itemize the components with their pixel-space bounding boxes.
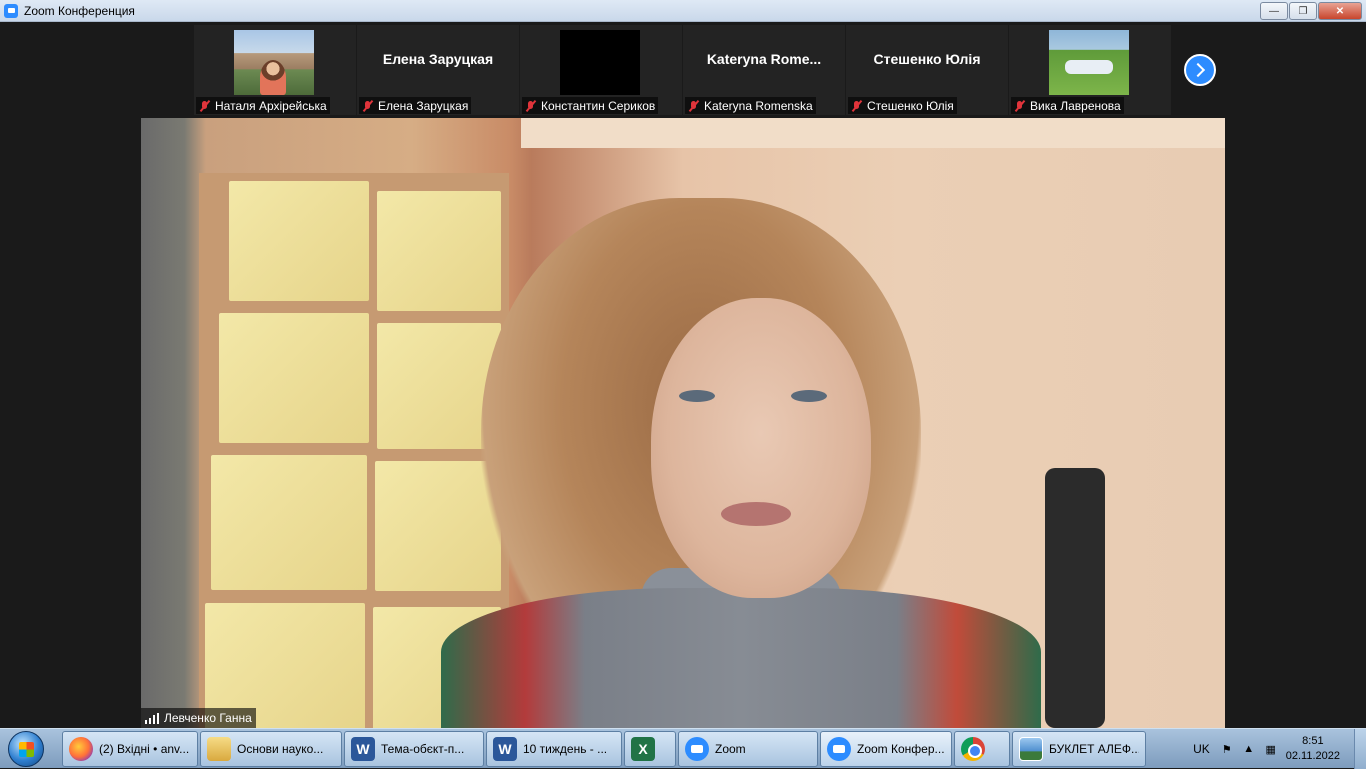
- language-indicator[interactable]: UK: [1193, 742, 1210, 756]
- participant-tile[interactable]: Kateryna Rome... Kateryna Romenska: [683, 25, 845, 115]
- word-icon: W: [351, 736, 375, 761]
- taskbar-item-zoom[interactable]: Zoom: [678, 730, 818, 767]
- image-viewer-icon: [1019, 736, 1043, 761]
- participant-name: Вика Лавренова: [1030, 98, 1121, 113]
- taskbar-item-firefox[interactable]: (2) Вхідні • anv...: [62, 730, 198, 767]
- taskbar-item-word-2[interactable]: W 10 тиждень - ...: [486, 730, 622, 767]
- mic-muted-icon: [688, 100, 700, 112]
- speaker-mouth: [721, 502, 791, 526]
- participant-tile[interactable]: Наталя Архірейська: [194, 25, 356, 115]
- video-background-wall: [521, 118, 1225, 148]
- cabinet-door: [211, 455, 367, 590]
- clock[interactable]: 8:51 02.11.2022: [1286, 734, 1340, 764]
- participant-tile[interactable]: Стешенко Юлія Стешенко Юлія: [846, 25, 1008, 115]
- firefox-icon: [69, 736, 93, 761]
- participant-label: Наталя Архірейська: [196, 97, 330, 114]
- chrome-icon: [961, 736, 985, 761]
- participant-display-name: Kateryna Rome...: [706, 51, 822, 67]
- mic-muted-icon: [362, 100, 374, 112]
- speaker-eye: [791, 390, 827, 402]
- window-title: Zoom Конференция: [24, 3, 135, 18]
- zoom-icon: [685, 736, 709, 761]
- taskbar-item-label: Zoom Конфер...: [857, 741, 945, 756]
- participant-label: Kateryna Romenska: [685, 97, 816, 114]
- taskbar-item-word-1[interactable]: W Тема-обєкт-п...: [344, 730, 484, 767]
- start-button[interactable]: [0, 729, 52, 769]
- excel-icon: X: [631, 736, 655, 761]
- mic-muted-icon: [199, 100, 211, 112]
- cabinet-door: [229, 181, 369, 301]
- network-signal-icon[interactable]: ▦: [1264, 742, 1278, 756]
- word-icon: W: [493, 736, 517, 761]
- taskbar-item-label: БУКЛЕТ АЛЕФ...: [1049, 741, 1139, 756]
- action-center-icon[interactable]: ⚑: [1220, 742, 1234, 756]
- participant-name: Kateryna Romenska: [704, 98, 813, 113]
- zoom-app-icon: [4, 3, 18, 18]
- speaker-face: [651, 298, 871, 598]
- participant-strip: Наталя Архірейська Елена Заруцкая Елена …: [194, 25, 1172, 117]
- taskbar-item-label: 10 тиждень - ...: [523, 741, 608, 756]
- close-button[interactable]: ✕: [1318, 2, 1362, 20]
- window-controls: — ❐ ✕: [1259, 2, 1362, 20]
- participant-display-name: Елена Заруцкая: [382, 51, 494, 67]
- next-page-button[interactable]: [1184, 54, 1216, 86]
- mic-muted-icon: [525, 100, 537, 112]
- participant-name: Стешенко Юлія: [867, 98, 954, 113]
- meeting-area: Наталя Архірейська Елена Заруцкая Елена …: [0, 22, 1366, 728]
- speaker-sweater: [441, 588, 1041, 728]
- participant-name: Константин Сериков: [541, 98, 656, 113]
- windows-start-icon: [8, 730, 44, 767]
- taskbar-item-folder[interactable]: Основи науко...: [200, 730, 342, 767]
- participant-video-thumbnail: [560, 30, 640, 95]
- clock-time: 8:51: [1302, 735, 1324, 747]
- mic-muted-icon: [851, 100, 863, 112]
- mic-muted-icon: [1014, 100, 1026, 112]
- participant-video-thumbnail: [234, 30, 314, 95]
- window-title-bar: Zoom Конференция — ❐ ✕: [0, 0, 1366, 22]
- taskbar-item-label: Тема-обєкт-п...: [381, 741, 465, 756]
- participant-tile[interactable]: Константин Сериков: [520, 25, 682, 115]
- maximize-button[interactable]: ❐: [1289, 2, 1317, 20]
- minimize-button[interactable]: —: [1260, 2, 1288, 20]
- cabinet-door: [377, 191, 501, 311]
- taskbar-item-image-viewer[interactable]: БУКЛЕТ АЛЕФ...: [1012, 730, 1146, 767]
- folder-icon: [207, 736, 231, 761]
- taskbar-item-excel[interactable]: X: [624, 730, 676, 767]
- active-speaker-label: Левченко Ганна: [141, 708, 256, 728]
- active-speaker-name: Левченко Ганна: [164, 711, 252, 725]
- cabinet-door: [219, 313, 369, 443]
- participant-tile[interactable]: Елена Заруцкая Елена Заруцкая: [357, 25, 519, 115]
- taskbar-item-label: Основи науко...: [237, 741, 324, 756]
- participant-label: Константин Сериков: [522, 97, 659, 114]
- active-speaker-video[interactable]: Левченко Ганна: [141, 118, 1225, 728]
- taskbar-item-chrome[interactable]: [954, 730, 1010, 767]
- system-tray: UK ⚑ ▲ ▦ 8:51 02.11.2022: [1193, 729, 1366, 769]
- taskbar: (2) Вхідні • anv... Основи науко... W Те…: [0, 728, 1366, 769]
- participant-label: Елена Заруцкая: [359, 97, 472, 114]
- participant-name: Наталя Архірейська: [215, 98, 327, 113]
- participant-display-name: Стешенко Юлія: [873, 51, 981, 67]
- participant-label: Вика Лавренова: [1011, 97, 1124, 114]
- show-hidden-icons-icon[interactable]: ▲: [1242, 742, 1256, 756]
- taskbar-item-zoom-meeting[interactable]: Zoom Конфер...: [820, 730, 952, 767]
- show-desktop-button[interactable]: [1354, 729, 1366, 769]
- participant-video-thumbnail: [1049, 30, 1129, 95]
- participant-name: Елена Заруцкая: [378, 98, 469, 113]
- clock-date: 02.11.2022: [1285, 750, 1340, 762]
- video-chair: [1045, 468, 1105, 728]
- taskbar-item-label: (2) Вхідні • anv...: [99, 741, 190, 756]
- participant-label: Стешенко Юлія: [848, 97, 957, 114]
- taskbar-item-label: Zoom: [715, 741, 746, 756]
- participant-tile[interactable]: Вика Лавренова: [1009, 25, 1171, 115]
- zoom-icon: [827, 736, 851, 761]
- signal-bars-icon: [145, 712, 159, 724]
- speaker-eye: [679, 390, 715, 402]
